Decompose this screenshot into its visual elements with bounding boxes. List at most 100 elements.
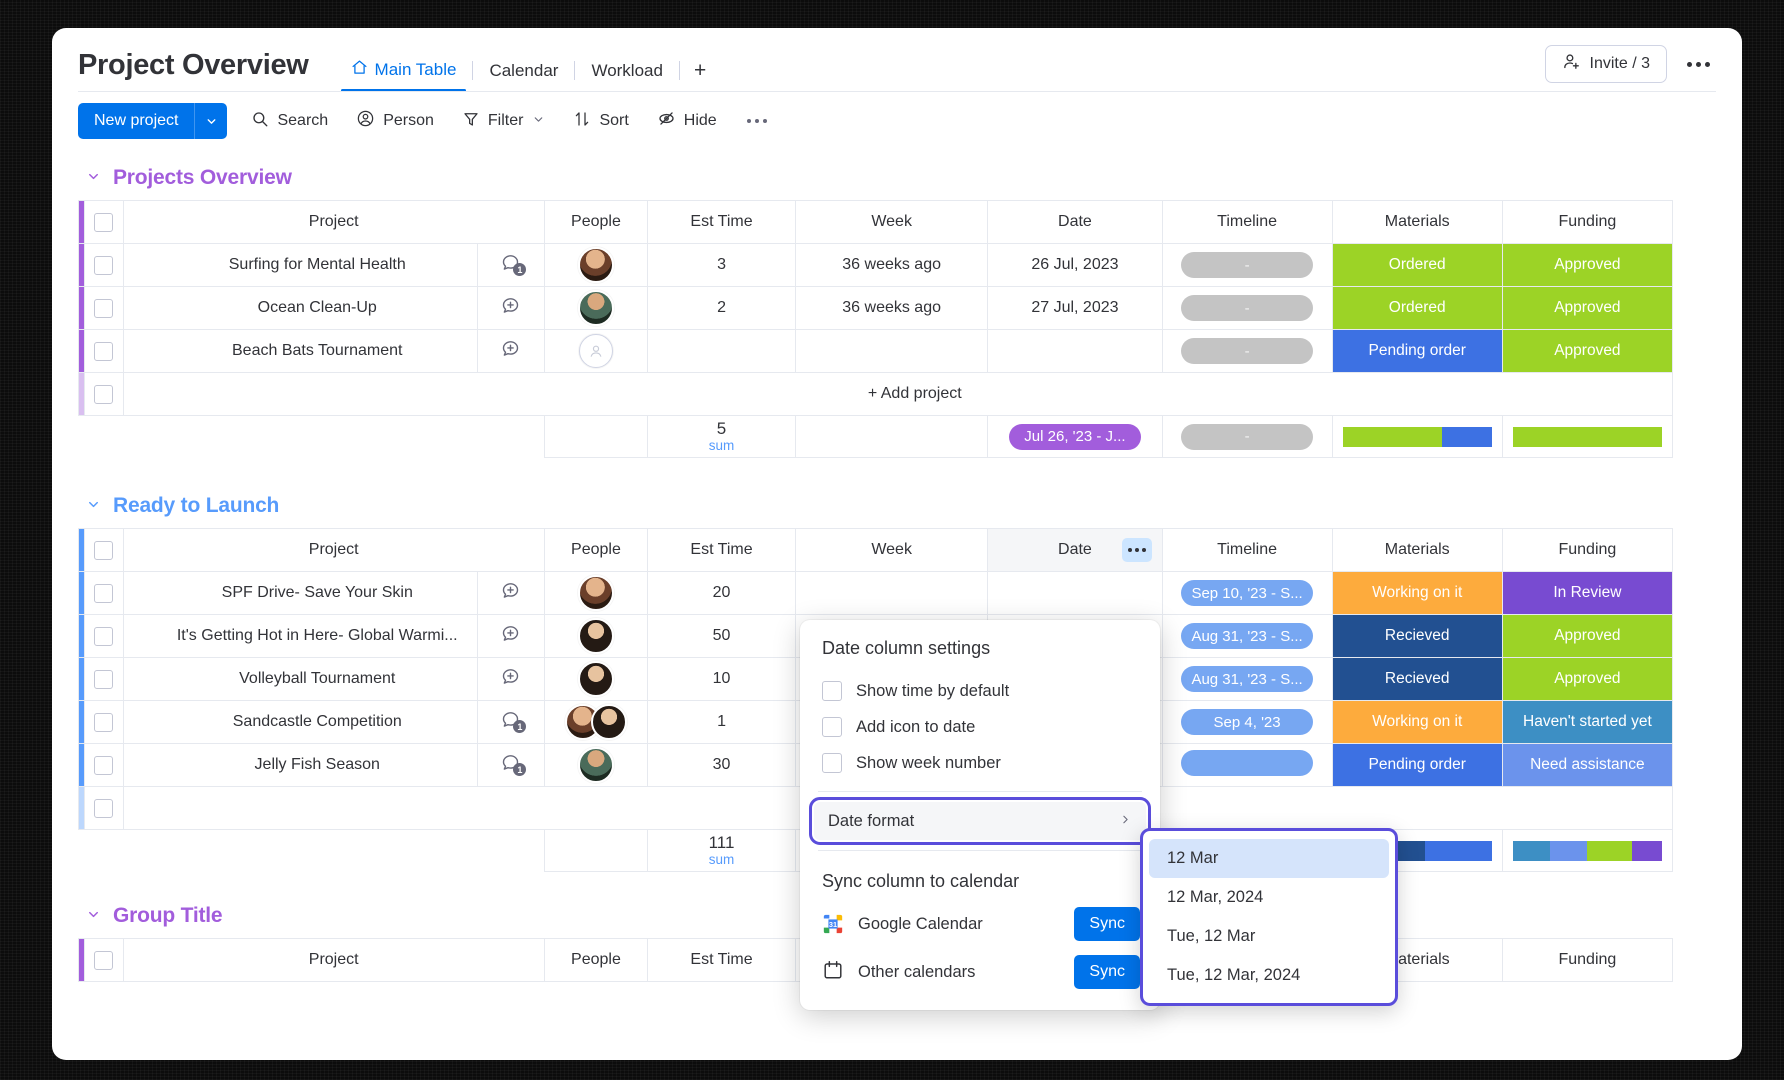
timeline-pill[interactable]: - [1181,338,1314,364]
column-menu-button[interactable] [1121,538,1152,562]
cell-est-time[interactable]: 10 [647,657,796,701]
row-checkbox-cell[interactable] [84,786,124,830]
avatar-placeholder[interactable] [578,334,613,368]
avatar-group[interactable] [545,704,647,740]
cell-chat[interactable] [476,571,545,615]
row-checkbox[interactable] [94,298,114,318]
select-all-checkbox-cell[interactable] [84,938,124,982]
column-header-funding[interactable]: Funding [1501,938,1674,982]
cell-materials[interactable]: Working on it [1331,700,1503,744]
timeline-pill[interactable]: - [1181,252,1314,278]
cell-funding[interactable]: Approved [1501,614,1674,658]
row-checkbox-cell[interactable] [84,243,124,287]
search-button[interactable]: Search [247,105,332,138]
row-checkbox[interactable] [94,712,114,732]
cell-chat[interactable] [476,329,545,373]
chevron-down-icon[interactable] [86,907,101,925]
status-badge[interactable]: In Review [1502,572,1672,614]
group-title[interactable]: Ready to Launch [113,494,279,518]
status-badge[interactable]: Working on it [1332,572,1502,614]
table-row[interactable]: Beach Bats Tournament - Pending order Ap… [77,329,1674,373]
chevron-down-icon[interactable] [532,113,545,129]
cell-project[interactable]: Volleyball Tournament [122,657,478,701]
chevron-down-icon[interactable] [195,103,228,139]
table-row[interactable]: Surfing for Mental Health 1 3 36 weeks a… [77,243,1674,287]
summary-materials[interactable] [1331,415,1503,458]
cell-project[interactable]: It's Getting Hot in Here- Global Warmi..… [122,614,478,658]
cell-project[interactable]: Ocean Clean-Up [122,286,478,330]
cell-est-time[interactable]: 50 [647,614,796,658]
column-header-funding[interactable]: Funding [1501,528,1674,572]
cell-project[interactable]: Jelly Fish Season [122,743,478,787]
date-format-option-4[interactable]: Tue, 12 Mar, 2024 [1149,956,1389,995]
row-checkbox[interactable] [94,626,114,646]
row-checkbox[interactable] [94,255,114,275]
comment-add-icon[interactable] [500,338,521,359]
column-header-timeline[interactable]: Timeline [1161,200,1333,244]
avatar-group[interactable] [545,618,647,654]
column-header-project[interactable]: Project [122,938,545,982]
avatar-group[interactable] [545,334,647,368]
select-all-checkbox[interactable] [94,212,114,232]
cell-est-time[interactable] [647,329,796,373]
table-row[interactable]: SPF Drive- Save Your Skin 20 Sep 10, '23… [77,571,1674,615]
cell-project[interactable]: Beach Bats Tournament [122,329,478,373]
cell-funding[interactable]: Haven't started yet [1501,700,1674,744]
cell-est-time[interactable]: 20 [647,571,796,615]
row-checkbox-cell[interactable] [84,743,124,787]
avatar[interactable] [577,747,614,783]
summary-timeline[interactable]: - [1161,415,1333,458]
cell-project[interactable]: SPF Drive- Save Your Skin [122,571,478,615]
comment-add-icon[interactable] [500,580,521,601]
sync-button-google-calendar[interactable]: Sync [1074,907,1140,941]
chevron-down-icon[interactable] [86,169,101,187]
cell-materials[interactable]: Ordered [1331,243,1503,287]
checkbox-show-week-number[interactable]: Show week number [800,745,1160,781]
row-checkbox-cell[interactable] [84,372,124,416]
status-badge[interactable]: Approved [1502,330,1672,372]
cell-est-time[interactable]: 1 [647,700,796,744]
cell-date[interactable]: 26 Jul, 2023 [987,243,1163,287]
timeline-pill[interactable]: Sep 10, '23 - S... [1181,580,1314,606]
summary-est-time[interactable]: 5 sum [647,415,796,458]
toolbar-more-button[interactable] [741,111,773,131]
timeline-pill[interactable]: Aug 31, '23 - S... [1181,666,1314,692]
column-header-project[interactable]: Project [122,200,545,244]
tab-calendar[interactable]: Calendar [473,61,574,92]
comment-icon[interactable]: 1 [500,709,527,733]
timeline-pill[interactable]: - [1181,295,1314,321]
cell-funding[interactable]: Approved [1501,657,1674,701]
summary-timeline-pill[interactable]: - [1181,423,1314,450]
add-view-button[interactable]: + [680,59,720,92]
comment-icon[interactable]: 1 [500,252,527,276]
cell-project[interactable]: Sandcastle Competition [122,700,478,744]
cell-est-time[interactable]: 30 [647,743,796,787]
add-project-label[interactable]: + Add project [122,372,1674,416]
column-header-materials[interactable]: Materials [1331,200,1503,244]
timeline-pill[interactable]: Aug 31, '23 - S... [1181,623,1314,649]
checkbox-show-time-by-default[interactable]: Show time by default [800,673,1160,709]
cell-funding[interactable]: Approved [1501,243,1674,287]
select-all-checkbox[interactable] [94,950,114,970]
summary-funding[interactable] [1501,829,1674,872]
cell-timeline[interactable]: Sep 10, '23 - S... [1161,571,1333,615]
cell-chat[interactable] [476,657,545,701]
cell-date[interactable] [987,571,1163,615]
row-checkbox[interactable] [94,755,114,775]
column-header-date[interactable]: Date [987,528,1163,572]
date-format-option-1[interactable]: 12 Mar [1149,839,1389,878]
row-checkbox[interactable] [94,341,114,361]
row-checkbox[interactable] [94,798,114,818]
row-checkbox-cell[interactable] [84,329,124,373]
checkbox-box[interactable] [822,753,842,773]
invite-button[interactable]: Invite / 3 [1544,45,1667,83]
status-badge[interactable]: Approved [1502,615,1672,657]
cell-people[interactable] [543,329,649,373]
cell-est-time[interactable]: 3 [647,243,796,287]
cell-week[interactable]: 36 weeks ago [794,243,989,287]
column-header-est-time[interactable]: Est Time [647,938,796,982]
cell-people[interactable] [543,700,649,744]
cell-project[interactable]: Surfing for Mental Health [122,243,478,287]
cell-timeline[interactable]: Sep 4, '23 [1161,700,1333,744]
summary-est-time[interactable]: 111 sum [647,829,796,872]
